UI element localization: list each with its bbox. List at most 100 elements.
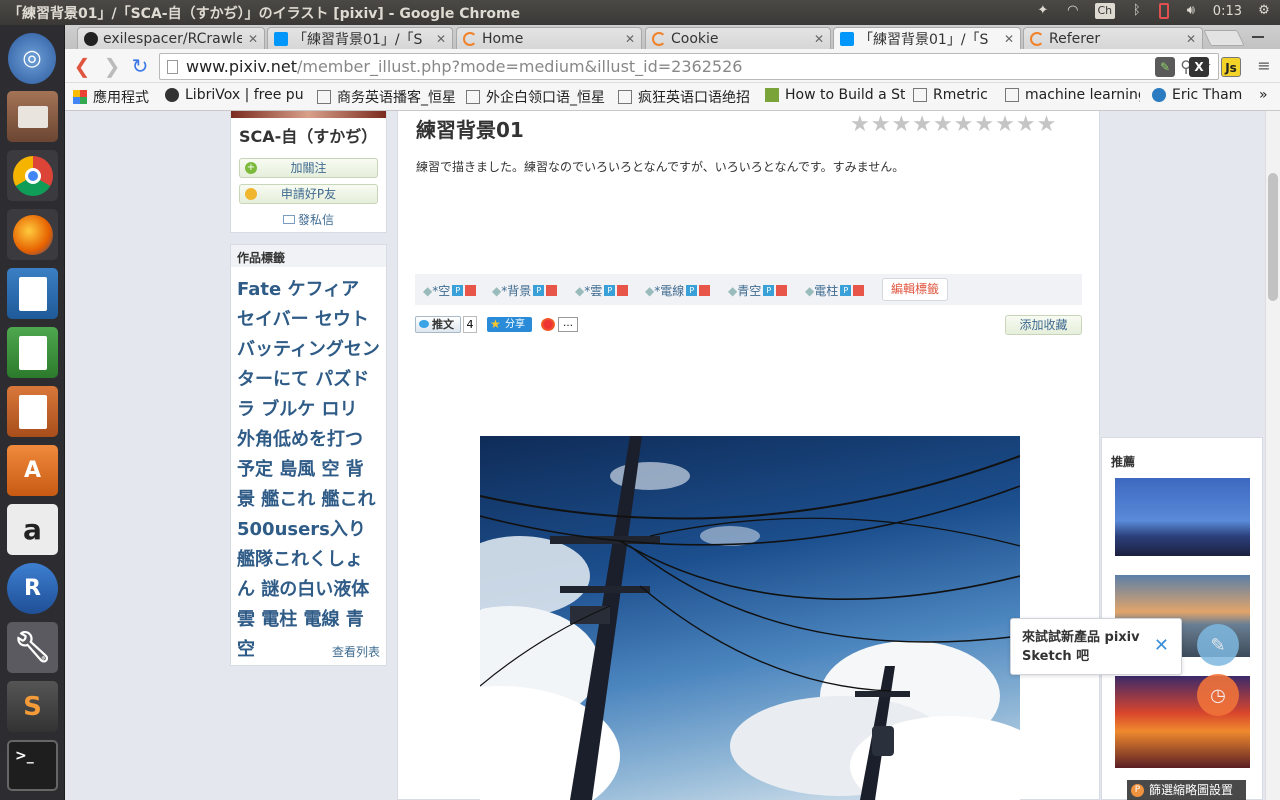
r-icon[interactable]: R	[7, 563, 58, 614]
star-icon[interactable]: ★	[1016, 114, 1036, 136]
tag-red-icon[interactable]	[776, 285, 788, 296]
bookmark-business-english[interactable]: 商务英语播客_恒星	[317, 87, 467, 107]
artist-name[interactable]: SCA-自（すかぢ）	[239, 123, 377, 147]
bookmarks-overflow-icon[interactable]: »	[1259, 87, 1268, 103]
close-icon[interactable]: ✕	[248, 32, 258, 46]
writer-icon[interactable]	[7, 268, 58, 319]
close-icon[interactable]: ✕	[1154, 635, 1169, 656]
battery-icon[interactable]	[1158, 3, 1169, 19]
tab-3[interactable]: Cookie ✕	[645, 27, 831, 49]
weibo-icon[interactable]	[541, 318, 555, 331]
firefox-icon[interactable]	[7, 209, 58, 260]
calc-icon[interactable]	[7, 327, 58, 378]
settings-icon[interactable]: 🔧︎	[7, 622, 58, 673]
keyboard-layout-indicator[interactable]: Ch	[1094, 3, 1115, 19]
window-minimize-icon[interactable]	[1252, 36, 1264, 38]
page-scrollbar[interactable]	[1265, 111, 1280, 800]
pixpedia-icon[interactable]: P	[604, 285, 616, 296]
tag-red-icon[interactable]	[617, 285, 629, 296]
pixpedia-icon[interactable]: P	[686, 285, 698, 296]
sketch-pen-button[interactable]: ✎	[1197, 624, 1239, 666]
software-center-icon[interactable]: A	[7, 445, 58, 496]
tag-blue-sky[interactable]: ◆ 青空 P	[728, 282, 788, 299]
bookmark-apps[interactable]: 應用程式	[73, 87, 149, 107]
bookmark-librivox[interactable]: LibriVox | free pu	[165, 87, 305, 103]
bluetooth-icon[interactable]: ᛒ	[1129, 3, 1145, 19]
volume-icon[interactable]: 🔊︎	[1183, 3, 1199, 19]
bookmark-rmetric[interactable]: Rmetric	[913, 87, 988, 103]
rating-stars[interactable]: ★ ★ ★ ★ ★ ★ ★ ★ ★ ★	[850, 114, 1056, 136]
js-extension-icon[interactable]: Js	[1221, 57, 1241, 77]
tag-sky[interactable]: ◆ *空 P	[423, 282, 477, 299]
close-icon[interactable]: ✕	[1186, 32, 1196, 46]
tag-red-icon[interactable]	[853, 285, 865, 296]
tag-wires[interactable]: ◆ *電線 P	[645, 282, 711, 299]
tag-background[interactable]: ◆ *背景 P	[492, 282, 558, 299]
tab-0[interactable]: exilespacer/RCrawle ✕	[77, 27, 265, 49]
tag-cloud[interactable]: Fate ケフィア セイバー セウト バッティングセンターにて パズドラ ブルケ…	[237, 275, 380, 665]
dropbox-icon[interactable]: ✦	[1035, 3, 1051, 19]
friend-request-button[interactable]: 申請好P友	[239, 184, 378, 204]
gear-icon[interactable]: ⚙	[1256, 3, 1272, 19]
tag-red-icon[interactable]	[465, 285, 477, 296]
pixpedia-icon[interactable]: P	[533, 285, 545, 296]
star-icon[interactable]: ★	[933, 114, 953, 136]
star-icon[interactable]: ★	[954, 114, 974, 136]
chrome-icon[interactable]	[7, 150, 58, 201]
tab-4[interactable]: 「練習背景01」/「S ✕	[833, 27, 1021, 49]
back-icon[interactable]: ❮	[71, 55, 93, 77]
close-icon[interactable]: ✕	[814, 32, 824, 46]
more-share-button[interactable]: …	[558, 317, 578, 332]
amazon-icon[interactable]: a	[7, 504, 58, 555]
bookmark-office-english[interactable]: 外企白领口语_恒星	[466, 87, 606, 107]
star-icon[interactable]: ★	[912, 114, 932, 136]
clock[interactable]: 0:13	[1213, 4, 1242, 19]
new-tab-button[interactable]	[1203, 30, 1245, 46]
pixpedia-icon[interactable]: P	[763, 285, 775, 296]
ubuntu-dash-icon[interactable]: ◎	[8, 33, 56, 84]
bookmark-how-to-build[interactable]: How to Build a St	[765, 87, 905, 103]
menu-icon[interactable]: ≡	[1253, 55, 1275, 77]
files-icon[interactable]	[7, 91, 58, 142]
star-icon[interactable]: ★	[850, 114, 870, 136]
close-icon[interactable]: ✕	[436, 32, 446, 46]
tag-red-icon[interactable]	[699, 285, 711, 296]
star-icon[interactable]: ★	[1037, 114, 1057, 136]
bookmark-crazy-english[interactable]: 疯狂英语口语绝招	[618, 87, 753, 107]
tag-cloud-item[interactable]: ◆ *雲 P	[575, 282, 629, 299]
bookmark-eric-tham[interactable]: Eric Tham	[1152, 87, 1242, 103]
reload-icon[interactable]: ↻	[129, 55, 151, 77]
add-bookmark-button[interactable]: 添加收藏	[1005, 315, 1082, 335]
tweet-button[interactable]: 推文	[415, 316, 461, 333]
share-button[interactable]: ★ 分享	[487, 317, 532, 332]
avatar[interactable]	[231, 111, 386, 118]
follow-button[interactable]: + 加關注	[239, 158, 378, 178]
wifi-icon[interactable]: ◠	[1065, 3, 1081, 19]
x-extension-icon[interactable]: X	[1189, 57, 1209, 77]
thumbnail-filter-settings-button[interactable]: P 篩選縮略圖設置	[1127, 780, 1246, 800]
evernote-icon[interactable]: ✎	[1155, 57, 1175, 77]
message-link[interactable]: 發私信	[283, 211, 334, 228]
sketch-clock-button[interactable]: ◷	[1197, 674, 1239, 716]
tag-pole[interactable]: ◆ 電柱 P	[805, 282, 865, 299]
terminal-icon[interactable]: >_	[7, 740, 58, 791]
pixpedia-icon[interactable]: P	[840, 285, 852, 296]
tab-1[interactable]: 「練習背景01」/「S ✕	[267, 27, 453, 49]
sublime-icon[interactable]: S	[7, 681, 58, 732]
address-bar[interactable]: www.pixiv.net/member_illust.php?mode=med…	[159, 53, 1219, 80]
pixpedia-icon[interactable]: P	[452, 285, 464, 296]
close-icon[interactable]: ✕	[1004, 32, 1014, 46]
star-icon[interactable]: ★	[891, 114, 911, 136]
close-icon[interactable]: ✕	[625, 32, 635, 46]
tab-2[interactable]: Home ✕	[456, 27, 642, 49]
tab-5[interactable]: Referer ✕	[1023, 27, 1203, 49]
forward-icon[interactable]: ❯	[101, 55, 123, 77]
star-icon[interactable]: ★	[871, 114, 891, 136]
view-all-link[interactable]: 查看列表	[332, 643, 380, 660]
star-icon[interactable]: ★	[995, 114, 1015, 136]
edit-tags-button[interactable]: 編輯標籤	[882, 278, 948, 301]
tag-red-icon[interactable]	[546, 285, 558, 296]
bookmark-machine-learning[interactable]: machine learning	[1005, 87, 1140, 103]
recommend-thumb[interactable]	[1115, 478, 1250, 556]
scrollbar-thumb[interactable]	[1268, 173, 1278, 301]
